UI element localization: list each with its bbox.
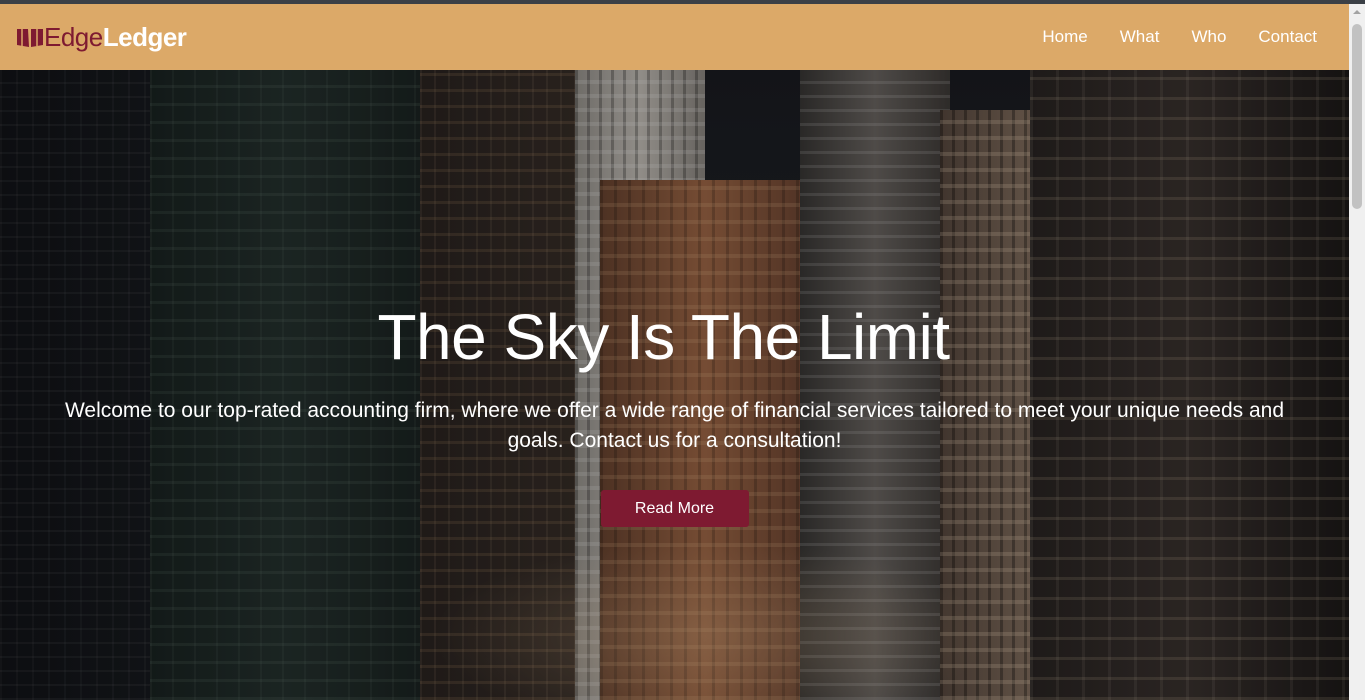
book-icon [16, 26, 44, 48]
vertical-scrollbar[interactable] [1349, 4, 1365, 700]
scrollbar-thumb[interactable] [1352, 24, 1362, 209]
brand-name-ledger: Ledger [102, 21, 187, 52]
nav-link-contact[interactable]: Contact [1258, 27, 1317, 47]
nav-links: Home What Who Contact [1010, 27, 1317, 47]
brand-name-edge: Edge [44, 21, 103, 52]
nav-link-what[interactable]: What [1120, 27, 1160, 47]
navbar: Edge Ledger Home What Who Contact [0, 4, 1349, 70]
hero-description: Welcome to our top-rated accounting firm… [64, 399, 1285, 452]
nav-link-who[interactable]: Who [1191, 27, 1226, 47]
hero-content: The Sky Is The Limit Welcome to our top-… [0, 300, 1349, 527]
page-viewport: Edge Ledger Home What Who Contact The Sk… [0, 4, 1349, 700]
brand-logo[interactable]: Edge Ledger [16, 21, 187, 53]
hero-title: The Sky Is The Limit [377, 301, 950, 373]
nav-link-home[interactable]: Home [1042, 27, 1087, 47]
scroll-up-arrow-icon[interactable] [1349, 4, 1365, 20]
hero-section: The Sky Is The Limit Welcome to our top-… [0, 70, 1349, 700]
read-more-button[interactable]: Read More [600, 490, 749, 527]
